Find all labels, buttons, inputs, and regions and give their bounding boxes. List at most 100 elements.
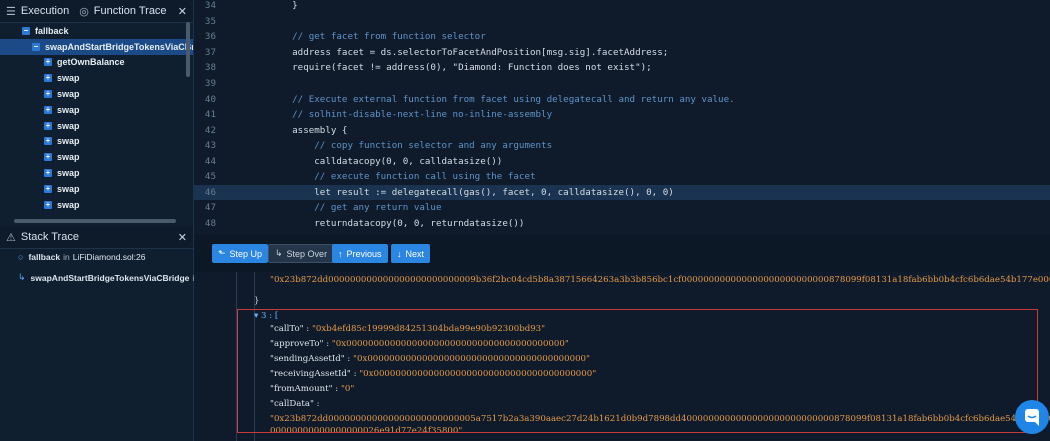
close-brace: } bbox=[254, 296, 260, 306]
tree-item[interactable]: + swap bbox=[0, 86, 193, 102]
code-line[interactable]: 48 returndatacopy(0, 0, returndatasize()… bbox=[194, 216, 1050, 232]
stack-in: in bbox=[63, 251, 70, 262]
tree-item[interactable]: −swapAndStartBridgeTokensViaCBridge bbox=[0, 38, 193, 55]
tree-item[interactable]: + swap bbox=[0, 181, 193, 197]
tree-item-label: swapAndStartBridgeTokensViaCBridge bbox=[45, 41, 193, 52]
code-editor[interactable]: 34 } 35 36 // get facet from function sele… bbox=[194, 0, 1050, 234]
stack-function: fallback bbox=[28, 251, 61, 262]
code-line[interactable]: 45 // execute function call using the fa… bbox=[194, 169, 1050, 185]
tree-item[interactable]: + swap bbox=[0, 149, 193, 165]
line-number: 45 bbox=[204, 171, 216, 183]
collapse-icon[interactable]: − bbox=[22, 26, 30, 35]
expand-icon[interactable]: + bbox=[44, 153, 52, 162]
step-up-label: Step Up bbox=[229, 248, 263, 259]
code-line[interactable]: 40 // Execute external function from fac… bbox=[194, 91, 1050, 107]
line-number: 42 bbox=[204, 124, 216, 136]
line-number: 48 bbox=[204, 217, 216, 229]
target-icon: ◎ bbox=[79, 5, 89, 18]
code-line[interactable]: 34 } bbox=[194, 0, 1050, 14]
tree-item[interactable]: + swap bbox=[0, 165, 193, 181]
stack-trace-title: Stack Trace bbox=[20, 231, 79, 243]
code-text: // execute function call using the facet bbox=[270, 171, 536, 183]
expand-icon[interactable]: + bbox=[44, 74, 52, 83]
debug-toolbar: ⬑ Step Up ↳ Step Over ↑ Previous ↓ Next bbox=[194, 234, 1050, 272]
tab-function-trace[interactable]: Function Trace bbox=[94, 5, 167, 17]
code-text: address facet = ds.selectorToFacetAndPos… bbox=[270, 46, 669, 58]
code-line[interactable]: 41 // solhint-disable-next-line no-inlin… bbox=[194, 107, 1050, 123]
expand-icon[interactable]: + bbox=[44, 58, 52, 67]
tree-item-label: swap bbox=[57, 120, 80, 131]
return-arrow-icon: ↳ bbox=[18, 272, 26, 282]
line-number: 34 bbox=[204, 0, 216, 12]
code-line[interactable]: 46 let result := delegatecall(gas(), fac… bbox=[194, 184, 1050, 201]
tree-item-label: swap bbox=[57, 136, 80, 147]
chat-button[interactable] bbox=[1015, 400, 1049, 434]
previous-label: Previous bbox=[346, 248, 382, 259]
function-tree: −fallback−swapAndStartBridgeTokensViaCBr… bbox=[0, 23, 193, 218]
tree-item-label: fallback bbox=[35, 25, 69, 36]
code-line[interactable]: 43 // copy function selector and any arg… bbox=[194, 138, 1050, 154]
step-over-button[interactable]: ↳ Step Over bbox=[268, 244, 335, 263]
previous-button[interactable]: ↑ Previous bbox=[332, 244, 388, 263]
tree-item[interactable]: + swap bbox=[0, 102, 193, 118]
code-text: // get facet from function selector bbox=[270, 31, 486, 43]
expand-icon[interactable]: + bbox=[44, 137, 52, 146]
code-line[interactable]: 47 // get any return value bbox=[194, 200, 1050, 216]
line-number: 47 bbox=[204, 202, 216, 214]
next-label: Next bbox=[405, 248, 425, 259]
expand-icon[interactable]: + bbox=[44, 184, 52, 193]
code-text: // Execute external function from facet … bbox=[270, 93, 735, 105]
tree-item-label: swap bbox=[57, 168, 80, 179]
tree-item[interactable]: + swap bbox=[0, 118, 193, 134]
expand-icon[interactable]: + bbox=[44, 105, 52, 114]
tree-scrollbar[interactable] bbox=[186, 22, 190, 77]
next-button[interactable]: ↓ Next bbox=[391, 244, 431, 263]
stack-frame[interactable]: ○ fallback in LiFiDiamond.sol:26 bbox=[0, 246, 193, 267]
code-text: assembly { bbox=[270, 124, 348, 136]
tree-item[interactable]: + swap bbox=[0, 197, 193, 213]
expand-icon[interactable]: + bbox=[44, 121, 52, 130]
step-over-icon: ↳ bbox=[275, 248, 283, 258]
line-number: 46 bbox=[204, 186, 216, 198]
chat-icon bbox=[1025, 409, 1039, 426]
code-line[interactable]: 37 address facet = ds.selectorToFacetAnd… bbox=[194, 45, 1050, 61]
tree-item-label: swap bbox=[57, 183, 80, 194]
arrow-down-icon: ↓ bbox=[397, 248, 402, 259]
line-number: 43 bbox=[204, 140, 216, 152]
code-line[interactable]: 36 // get facet from function selector bbox=[194, 29, 1050, 45]
code-line[interactable]: 44 calldatacopy(0, 0, calldatasize()) bbox=[194, 153, 1050, 169]
tree-item[interactable]: − fallback bbox=[0, 23, 193, 39]
expand-icon[interactable]: + bbox=[44, 169, 52, 178]
tree-item-label: swap bbox=[57, 104, 80, 115]
prev-calldata-line: "0x23b872dd000000000000000000000000009b3… bbox=[270, 275, 1050, 285]
expand-icon[interactable]: + bbox=[44, 200, 52, 209]
stack-function: swapAndStartBridgeTokensViaCBridge bbox=[30, 272, 190, 283]
tree-item-label: getOwnBalance bbox=[57, 57, 125, 68]
step-up-icon: ⬑ bbox=[218, 248, 226, 258]
expand-icon[interactable]: + bbox=[44, 90, 52, 99]
tab-execution[interactable]: Execution bbox=[21, 5, 69, 17]
code-text: calldatacopy(0, 0, calldatasize()) bbox=[270, 155, 503, 167]
code-line[interactable]: 39 bbox=[194, 76, 1050, 92]
tree-item[interactable]: + getOwnBalance bbox=[0, 55, 193, 71]
code-text: let result := delegatecall(gas(), facet,… bbox=[270, 186, 674, 198]
tree-item[interactable]: + swap bbox=[0, 134, 193, 150]
close-icon[interactable]: ✕ bbox=[178, 5, 187, 18]
code-line[interactable]: 42 assembly { bbox=[194, 122, 1050, 138]
horizontal-scrollbar[interactable] bbox=[14, 219, 176, 223]
stack-frame[interactable]: ↳swapAndStartBridgeTokensViaCBridgeinLi bbox=[0, 267, 209, 288]
tree-item-label: swap bbox=[57, 73, 80, 84]
tree-item-label: swap bbox=[57, 199, 80, 210]
collapse-icon[interactable]: − bbox=[32, 42, 40, 51]
tree-item[interactable]: + swap bbox=[0, 70, 193, 86]
line-number: 39 bbox=[204, 78, 216, 89]
highlight-box bbox=[237, 309, 1038, 433]
code-line[interactable]: 35 bbox=[194, 14, 1050, 30]
panel-tabs: ☰ Execution ◎ Function Trace ✕ bbox=[0, 0, 193, 23]
close-stack-icon[interactable]: ✕ bbox=[178, 231, 187, 244]
step-up-button[interactable]: ⬑ Step Up bbox=[212, 244, 269, 263]
code-line[interactable]: 38 require(facet != address(0), "Diamond… bbox=[194, 60, 1050, 76]
warning-icon: ⚠ bbox=[6, 231, 16, 244]
tree-item-label: swap bbox=[57, 152, 80, 163]
line-number: 38 bbox=[204, 62, 216, 74]
